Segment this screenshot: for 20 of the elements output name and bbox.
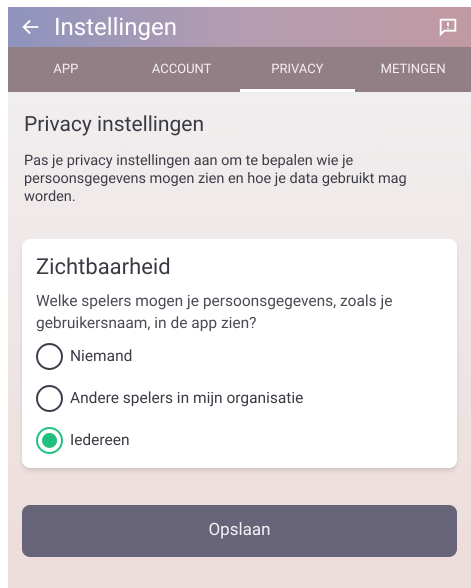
tab[interactable]: ACCOUNT [124, 47, 240, 92]
tab[interactable]: METINGEN [355, 47, 471, 92]
option-label: Iedereen [70, 430, 130, 451]
radio-option[interactable]: Iedereen [36, 426, 443, 456]
save-button[interactable]: Opslaan [22, 504, 457, 556]
app-bar-title: Instellingen [54, 12, 178, 43]
intro-text: Pas je privacy instellingen aan om te bepalen wie je persoonsgegevens mogen zien en hoe je data gebruikt mag worden. [24, 152, 408, 206]
radio-option[interactable]: Niemand [36, 342, 443, 372]
question-text: Welke spelers mogen je persoonsgegevens, zoals je gebruikersnaam, in de app zien? [36, 290, 394, 334]
card-title: Zichtbaarheid [36, 254, 172, 282]
option-label: Andere spelers in mijn organisatie [70, 388, 304, 409]
radio-option[interactable]: Andere spelers in mijn organisatie [36, 384, 443, 414]
tab[interactable]: PRIVACY [240, 47, 356, 92]
radio-button[interactable] [36, 385, 63, 412]
tab[interactable]: APP [8, 47, 124, 92]
option-label: Niemand [70, 346, 132, 367]
feedback-icon[interactable] [437, 16, 459, 38]
radio-button[interactable] [36, 343, 63, 370]
radio-button[interactable] [36, 427, 63, 454]
section-heading: Privacy instellingen [24, 112, 206, 139]
